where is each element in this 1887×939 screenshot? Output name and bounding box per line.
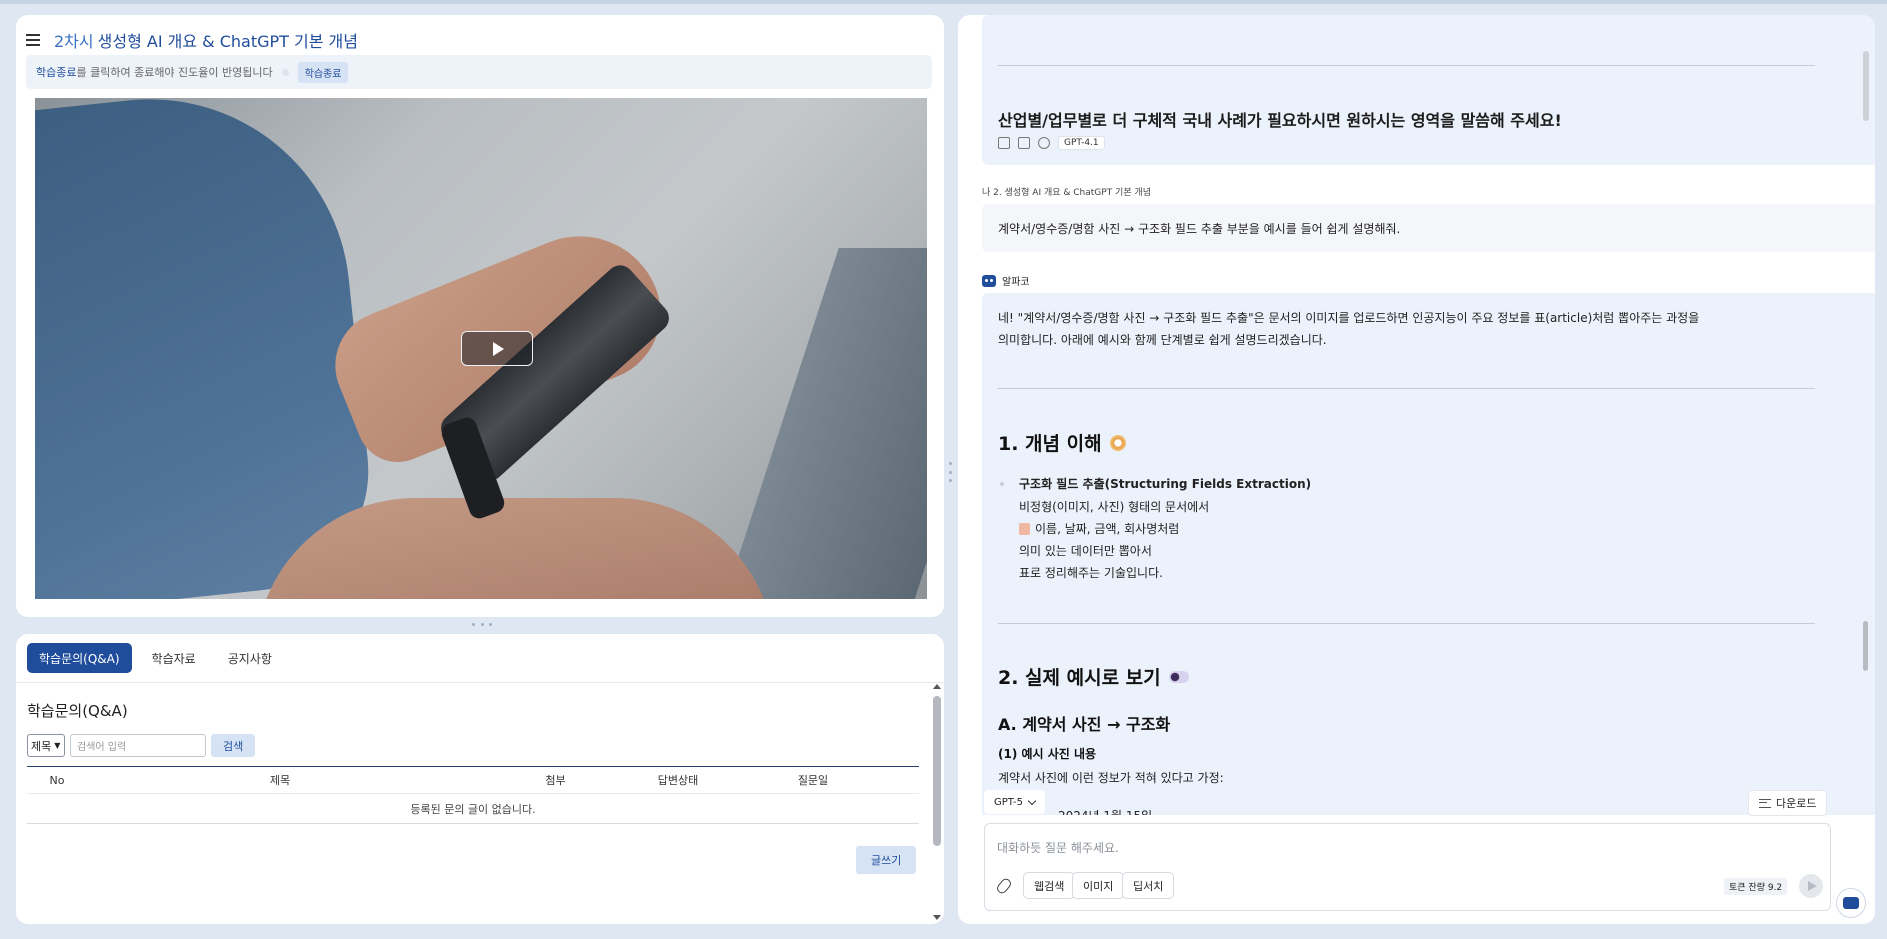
tab-qa[interactable]: 학습문의(Q&A): [27, 643, 132, 673]
column-title: 제목: [269, 774, 291, 787]
section-2-subheading: A. 계약서 사진 → 구조화: [998, 715, 1171, 734]
token-balance: 토큰 잔량 9.2: [1724, 878, 1788, 895]
model-select[interactable]: GPT-5: [984, 790, 1045, 814]
download-button[interactable]: 다운로드: [1748, 790, 1828, 816]
horizontal-splitter-handle[interactable]: [472, 623, 492, 627]
image-chip[interactable]: 이미지: [1072, 872, 1125, 899]
qa-tabs: 학습문의(Q&A) 학습자료 공지사항: [27, 643, 284, 673]
section-1-line: 비정형(이미지, 사진) 형태의 문서에서: [1019, 500, 1210, 514]
chat-helper-button[interactable]: [1836, 888, 1866, 918]
chat-panel: 산업별/업무별로 더 구체적 국내 사례가 필요하시면 원하시는 영역을 말씀해…: [958, 15, 1875, 924]
qa-scrollbar[interactable]: [933, 682, 941, 922]
chevron-down-icon: [1027, 796, 1037, 805]
send-icon[interactable]: [1799, 874, 1823, 898]
chat-scrollbar-track: [1863, 51, 1869, 121]
deep-search-chip[interactable]: 딥서치: [1122, 872, 1175, 899]
qa-scrollbar-thumb[interactable]: [933, 696, 941, 846]
chevron-down-icon: ▼: [54, 741, 61, 750]
chat-scrollbar-thumb[interactable]: [1863, 621, 1868, 671]
tab-notices[interactable]: 공지사항: [216, 643, 284, 673]
answer-divider: [998, 388, 1815, 389]
attach-icon[interactable]: [995, 876, 1013, 896]
answer-model-tag: GPT-4.1: [1058, 136, 1105, 150]
lecture-panel: 2차시 생성형 AI 개요 & ChatGPT 기본 개념 학습종료 를 클릭하…: [16, 15, 944, 617]
search-button[interactable]: 검색: [211, 734, 256, 757]
completion-notice: 학습종료 를 클릭하여 종료해야 진도율이 반영됩니다 학습종료: [26, 55, 932, 89]
section-2-title: 2. 실제 예시로 보기: [998, 667, 1161, 689]
model-select-value: GPT-5: [994, 796, 1023, 808]
section-1-heading: 1. 개념 이해: [998, 429, 1126, 456]
eyes-icon: [1168, 670, 1189, 683]
qa-divider: [16, 682, 944, 683]
qa-panel: 학습문의(Q&A) 학습자료 공지사항 학습문의(Q&A) 제목 ▼ 검색어 입력…: [16, 634, 944, 924]
column-no: No: [49, 773, 65, 787]
regenerate-icon[interactable]: [1038, 137, 1050, 149]
compass-icon: [1109, 434, 1126, 451]
notice-text: 를 클릭하여 종료해야 진도율이 반영됩니다: [76, 66, 273, 79]
notice-highlight: 학습종료: [36, 66, 77, 79]
section-1-line: 표로 정리해주는 기술입니다.: [1019, 566, 1163, 580]
section-2-text: 계약서 사진에 이런 정보가 적혀 있다고 가정:: [998, 771, 1224, 785]
column-question-date: 질문일: [797, 774, 829, 787]
user-message-meta: 나 2. 생성형 AI 개요 & ChatGPT 기본 개념: [982, 188, 1152, 198]
vertical-splitter-handle[interactable]: [947, 462, 953, 482]
search-field-select[interactable]: 제목 ▼: [27, 734, 65, 757]
section-1-bold: 구조화 필드 추출(Structuring Fields Extraction): [1019, 477, 1312, 491]
note-icon[interactable]: [998, 137, 1010, 149]
section-1-line-text: 이름, 날짜, 금액, 회사명처럼: [1035, 522, 1180, 536]
video-player[interactable]: [35, 98, 927, 599]
answer-intro-line-2: 의미합니다. 아래에 예시와 함께 단계별로 쉽게 설명드리겠습니다.: [998, 333, 1327, 347]
window-top-border: [0, 0, 1887, 4]
qa-table-header: No 제목 첨부 답변상태 질문일: [27, 766, 919, 794]
bot-avatar-icon: [982, 274, 996, 287]
chat-input[interactable]: 대화하듯 질문 해주세요.: [997, 839, 1119, 856]
previous-answer-closing: 산업별/업무별로 더 구체적 국내 사례가 필요하시면 원하시는 영역을 말씀해…: [998, 111, 1562, 130]
qa-filter: 제목 ▼ 검색어 입력 검색: [27, 734, 256, 757]
memo-icon: [1019, 523, 1030, 535]
scroll-down-icon[interactable]: [933, 915, 941, 920]
section-1-title: 1. 개념 이해: [998, 433, 1102, 455]
section-2-heading: 2. 실제 예시로 보기: [998, 663, 1189, 690]
web-search-chip[interactable]: 웹검색: [1023, 872, 1076, 899]
user-message-text: 계약서/영수증/명함 사진 → 구조화 필드 추출 부분을 예시를 들어 쉽게 …: [998, 222, 1401, 236]
bot-name: 알파코: [1002, 277, 1030, 288]
lesson-title: 생성형 AI 개요 & ChatGPT 기본 개념: [97, 32, 358, 51]
finish-lesson-button[interactable]: 학습종료: [297, 61, 349, 83]
previous-answer-bubble: [982, 15, 1875, 165]
lesson-number: 2차시: [54, 32, 94, 51]
answer-divider: [998, 65, 1815, 66]
chat-scrollbar[interactable]: [1863, 51, 1869, 871]
tab-materials[interactable]: 학습자료: [140, 643, 208, 673]
section-1-line: 이름, 날짜, 금액, 회사명처럼: [1019, 520, 1179, 537]
chat-messages: 산업별/업무별로 더 구체적 국내 사례가 필요하시면 원하시는 영역을 말씀해…: [958, 15, 1875, 815]
section-1-line: 의미 있는 데이터만 뽑아서: [1019, 544, 1152, 558]
download-icon: [1759, 798, 1771, 808]
write-button[interactable]: 글쓰기: [856, 846, 917, 874]
message-actions: GPT-4.1: [998, 136, 1105, 150]
scroll-up-icon[interactable]: [933, 684, 941, 689]
column-attachment: 첨부: [545, 774, 566, 787]
section-2-example-heading: (1) 예시 사진 내용: [998, 747, 1097, 761]
play-button[interactable]: [461, 331, 533, 366]
qa-table: No 제목 첨부 답변상태 질문일 등록된 문의 글이 없습니다.: [27, 766, 919, 824]
answer-intro-line-1: 네! "계약서/영수증/명함 사진 → 구조화 필드 추출"은 문서의 이미지를…: [998, 311, 1700, 325]
copy-icon[interactable]: [1018, 137, 1030, 149]
column-answer-status: 답변상태: [657, 774, 699, 787]
bullet-icon: [1000, 482, 1004, 486]
chat-composer[interactable]: 대화하듯 질문 해주세요. 웹검색 이미지 딥서치 토큰 잔량 9.2: [984, 823, 1831, 911]
search-input[interactable]: 검색어 입력: [70, 734, 206, 757]
qa-section-title: 학습문의(Q&A): [27, 702, 128, 720]
download-label: 다운로드: [1776, 797, 1817, 810]
qa-empty-message: 등록된 문의 글이 없습니다.: [27, 794, 919, 824]
notice-dot-icon: [281, 68, 289, 76]
hamburger-menu-icon[interactable]: [26, 34, 40, 46]
robot-icon: [1843, 897, 1859, 909]
search-field-value: 제목: [31, 739, 52, 753]
lecture-header: 2차시 생성형 AI 개요 & ChatGPT 기본 개념: [26, 29, 358, 51]
bot-identity: 알파코: [982, 273, 1030, 288]
video-frame-laptop: [715, 248, 927, 599]
answer-divider: [998, 623, 1815, 624]
